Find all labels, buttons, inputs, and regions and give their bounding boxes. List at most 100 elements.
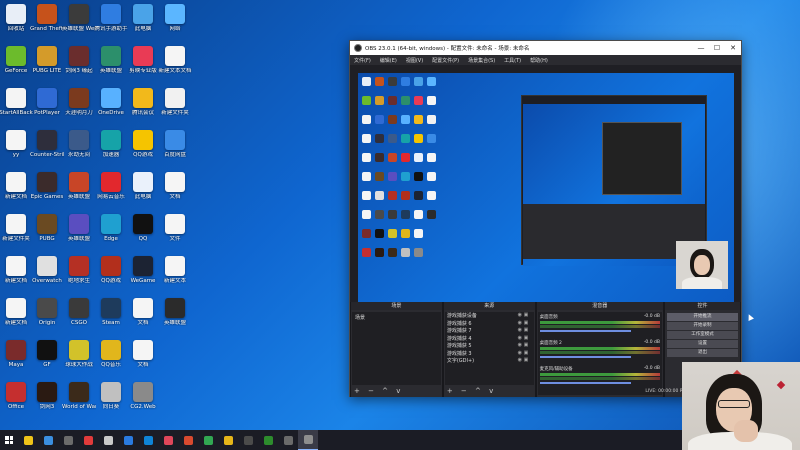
desktop-icon[interactable]: Edge: [95, 214, 127, 242]
eye-lock-icon[interactable]: ◉ ▣: [518, 327, 532, 335]
sources-footer[interactable]: + − ^ v: [447, 387, 496, 395]
menu-tools[interactable]: 工具(T): [504, 57, 521, 64]
volume-slider[interactable]: [539, 330, 632, 332]
desktop-icon[interactable]: CSGO: [63, 298, 95, 326]
desktop-icon[interactable]: 新建文件夹: [159, 88, 191, 116]
settings-button[interactable]: 设置: [666, 340, 738, 348]
desktop-icon[interactable]: PotPlayer: [31, 88, 63, 116]
desktop-icon[interactable]: 此电脑: [127, 4, 159, 32]
maximize-button[interactable]: ☐: [709, 44, 725, 52]
desktop-icon[interactable]: GF: [31, 340, 63, 368]
desktop-icon[interactable]: 百度网盘: [159, 130, 191, 158]
desktop-icon[interactable]: QQ音乐: [95, 340, 127, 368]
desktop-icon[interactable]: 新建文档: [0, 298, 32, 326]
taskbar-app-icon[interactable]: [58, 430, 78, 450]
desktop-icon[interactable]: 英雄联盟: [63, 214, 95, 242]
studio-mode-button[interactable]: 工作室模式: [666, 331, 738, 339]
eye-lock-icon[interactable]: ◉ ▣: [518, 335, 532, 343]
desktop-icon[interactable]: 腾讯手游助手: [94, 4, 128, 32]
desktop-icon[interactable]: CG2.Web: [127, 382, 159, 410]
exit-button[interactable]: 退出: [666, 349, 738, 357]
desktop-icon[interactable]: 剪映专业版: [127, 46, 159, 74]
desktop-icon[interactable]: 腾讯会议: [127, 88, 159, 116]
desktop-icon[interactable]: 新建文件夹: [0, 214, 32, 242]
desktop-icon[interactable]: 新建文档: [0, 172, 32, 200]
volume-slider[interactable]: [539, 382, 632, 384]
taskbar-app-icon[interactable]: [178, 430, 198, 450]
obs-preview[interactable]: [358, 73, 734, 329]
desktop-icon[interactable]: 英雄联盟 WeGame: [62, 4, 96, 32]
desktop-icon[interactable]: 加速器: [95, 130, 127, 158]
menu-scene-collection[interactable]: 场景集合(S): [468, 57, 495, 64]
eye-lock-icon[interactable]: ◉ ▣: [518, 342, 532, 350]
taskbar-app-icon[interactable]: [118, 430, 138, 450]
obs-title-bar[interactable]: OBS 23.0.1 (64-bit, windows) - 配置文件: 未命名…: [350, 41, 741, 55]
taskbar-app-icon[interactable]: [298, 430, 318, 450]
desktop-icon[interactable]: GeForce: [0, 46, 32, 74]
desktop-icon[interactable]: 新建文档: [0, 256, 32, 284]
taskbar-app-icon[interactable]: [158, 430, 178, 450]
taskbar-app-icon[interactable]: [78, 430, 98, 450]
start-recording-button[interactable]: 开始录制: [666, 322, 738, 330]
desktop-icon[interactable]: 网易云音乐: [95, 172, 127, 200]
desktop-icon[interactable]: OneDrive: [95, 88, 127, 116]
desktop-icon[interactable]: 永劫无间: [63, 130, 95, 158]
taskbar-app-icon[interactable]: [198, 430, 218, 450]
desktop-icon[interactable]: World of Warcraft: [62, 382, 96, 410]
desktop-icon[interactable]: 文档: [127, 298, 159, 326]
menu-profile[interactable]: 配置文件(P): [432, 57, 459, 64]
desktop-icon[interactable]: 向日葵: [95, 382, 127, 410]
scene-item[interactable]: 场景: [352, 312, 441, 323]
desktop-icon[interactable]: yy: [0, 130, 32, 158]
taskbar-app-icon[interactable]: [278, 430, 298, 450]
desktop-icon[interactable]: 新建文本文档: [158, 46, 192, 74]
desktop-icon[interactable]: Origin: [31, 298, 63, 326]
obs-window[interactable]: OBS 23.0.1 (64-bit, windows) - 配置文件: 未命名…: [349, 40, 742, 397]
menu-edit[interactable]: 编辑(E): [380, 57, 397, 64]
source-item[interactable]: 游戏捕获 3 ◉ ▣: [445, 350, 534, 358]
volume-slider[interactable]: [539, 356, 632, 358]
close-button[interactable]: ✕: [725, 44, 741, 52]
desktop-icon[interactable]: 英雄联盟: [63, 172, 95, 200]
desktop-icon[interactable]: 网络: [159, 4, 191, 32]
taskbar-app-icon[interactable]: [98, 430, 118, 450]
desktop-icon[interactable]: Grand Theft Auto: [30, 4, 64, 32]
desktop-icon[interactable]: 剑网3 缘起: [63, 46, 95, 74]
desktop-icon[interactable]: PUBG LITE: [31, 46, 63, 74]
desktop-icon[interactable]: 文档: [159, 172, 191, 200]
desktop-icon[interactable]: Maya: [0, 340, 32, 368]
source-item[interactable]: 游戏捕获设备 ◉ ▣: [445, 312, 534, 320]
source-item[interactable]: 游戏捕获 6 ◉ ▣: [445, 320, 534, 328]
eye-lock-icon[interactable]: ◉ ▣: [518, 357, 532, 365]
desktop-icon[interactable]: Office: [0, 382, 32, 410]
taskbar-app-icon[interactable]: [138, 430, 158, 450]
start-streaming-button[interactable]: 开始推流: [666, 313, 738, 321]
desktop-icon[interactable]: 此电脑: [127, 172, 159, 200]
desktop-icon[interactable]: Overwatch: [31, 256, 63, 284]
menu-view[interactable]: 视图(V): [406, 57, 423, 64]
minimize-button[interactable]: —: [693, 44, 709, 52]
eye-lock-icon[interactable]: ◉ ▣: [518, 320, 532, 328]
taskbar-app-icon[interactable]: [238, 430, 258, 450]
desktop-icon[interactable]: 天涯明月刀: [63, 88, 95, 116]
source-item[interactable]: 游戏捕获 4 ◉ ▣: [445, 335, 534, 343]
desktop-icon[interactable]: 新建文本: [159, 256, 191, 284]
taskbar-app-icon[interactable]: [18, 430, 38, 450]
desktop-icon[interactable]: 回收站: [0, 4, 32, 32]
scenes-footer[interactable]: + − ^ v: [354, 387, 403, 395]
desktop-icon[interactable]: 英雄联盟: [159, 298, 191, 326]
desktop-icon[interactable]: 文档: [127, 340, 159, 368]
desktop-icon[interactable]: 球球大作战: [63, 340, 95, 368]
menu-help[interactable]: 帮助(H): [530, 57, 548, 64]
desktop-icon[interactable]: StartAllBack: [0, 88, 33, 116]
desktop-icon[interactable]: 文件: [159, 214, 191, 242]
taskbar-app-icon[interactable]: [218, 430, 238, 450]
taskbar-app-icon[interactable]: [258, 430, 278, 450]
desktop-icon[interactable]: PUBG: [31, 214, 63, 242]
desktop-icon[interactable]: Steam: [95, 298, 127, 326]
desktop-icon[interactable]: Counter-Strike: [30, 130, 64, 158]
source-item[interactable]: 游戏捕获 5 ◉ ▣: [445, 342, 534, 350]
desktop-icon[interactable]: Epic Games: [31, 172, 63, 200]
source-item[interactable]: 文字(GDI+) ◉ ▣: [445, 357, 534, 365]
desktop-icon[interactable]: 英雄联盟: [95, 46, 127, 74]
